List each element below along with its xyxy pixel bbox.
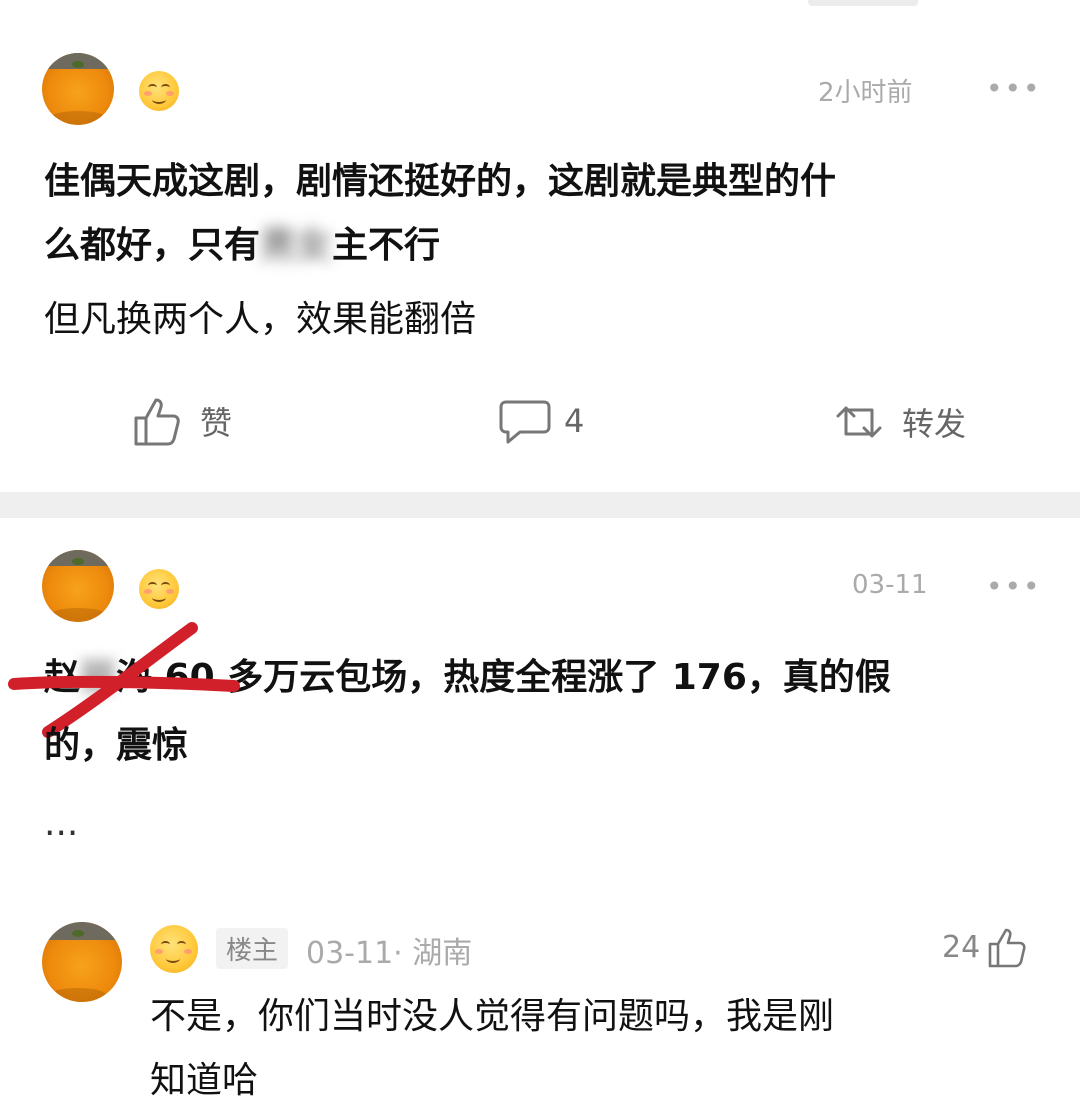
smiling-emoji-icon	[139, 71, 179, 111]
avatar[interactable]	[42, 550, 114, 622]
reply-meta: 03-11· 湖南	[306, 936, 473, 971]
post-time: 03-11	[852, 570, 928, 600]
reply-like-button[interactable]: 24	[942, 924, 1032, 970]
comment-count: 4	[564, 402, 585, 440]
smiling-emoji-icon	[150, 925, 198, 973]
post-text-line: 的，震惊	[44, 725, 189, 766]
section-divider	[0, 492, 1080, 518]
avatar[interactable]	[42, 53, 114, 125]
ellipsis: ...	[44, 803, 79, 844]
thumbs-up-icon	[988, 928, 1026, 968]
repost-icon	[836, 406, 882, 438]
like-button[interactable]: 赞	[130, 392, 232, 450]
reply-text-line: 知道哈	[150, 1060, 259, 1101]
post-text-line: 佳偶天成这剧，剧情还挺好的，这剧就是典型的什	[44, 161, 837, 202]
post-text-line: 么都好，只有男女主不行	[44, 225, 441, 266]
reply-like-count: 24	[942, 929, 981, 965]
reply-text-line: 不是，你们当时没人觉得有问题吗，我是刚	[150, 996, 835, 1037]
thumbs-up-icon	[134, 398, 180, 446]
avatar[interactable]	[42, 922, 122, 1002]
scroll-hint	[808, 0, 918, 6]
post-time: 2小时前	[818, 78, 913, 108]
comment-button[interactable]: 4	[498, 394, 584, 448]
more-icon[interactable]: •••	[986, 72, 1042, 105]
share-button[interactable]: 转发	[828, 396, 966, 448]
blurred-text: 男女	[260, 225, 333, 266]
post-text-line: 但凡换两个人，效果能翻倍	[44, 299, 477, 340]
smiling-emoji-icon	[139, 569, 179, 609]
comment-bubble-icon	[499, 400, 551, 444]
more-icon[interactable]: •••	[986, 570, 1042, 603]
share-label: 转发	[902, 405, 967, 443]
like-label: 赞	[200, 404, 233, 442]
author-badge: 楼主	[216, 928, 289, 969]
